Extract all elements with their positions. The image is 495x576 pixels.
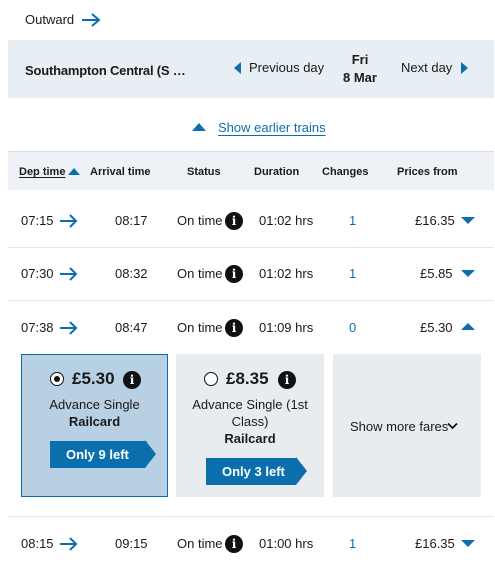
changes-link[interactable]: 1 — [349, 213, 356, 228]
chevron-up-icon[interactable] — [192, 122, 206, 132]
show-more-fares-card[interactable]: Show more fares — [333, 354, 481, 497]
status-text: On time — [177, 266, 223, 281]
price-from: £5.85 — [420, 266, 453, 281]
current-day-date: 8 Mar — [343, 70, 377, 85]
info-icon[interactable]: i — [278, 371, 296, 389]
row-divider — [8, 300, 494, 301]
arrow-right-icon — [59, 537, 78, 551]
fare-type: Advance Single — [49, 397, 140, 412]
arrow-right-icon — [59, 214, 78, 228]
prices-header: Prices from — [397, 166, 458, 178]
arrival-time: 08:32 — [115, 266, 148, 281]
arrival-time-header: Arrival time — [90, 166, 151, 178]
railcard-label: Railcard — [224, 431, 276, 446]
arrow-right-icon — [59, 321, 78, 335]
badge-arrow — [296, 457, 307, 485]
arrow-right-icon — [81, 12, 101, 28]
changes-header: Changes — [322, 166, 369, 178]
row-divider — [8, 516, 494, 517]
status-text: On time — [177, 213, 223, 228]
arrival-time: 09:15 — [115, 536, 148, 551]
dep-time: 08:15 — [21, 536, 54, 551]
chevron-down-icon[interactable] — [447, 422, 458, 430]
fare-radio[interactable] — [204, 372, 218, 386]
info-icon[interactable]: i — [225, 265, 243, 283]
fare-type: Advance Single (1st Class) — [177, 396, 323, 430]
fare-card[interactable]: £8.35 i Advance Single (1st Class) Railc… — [176, 354, 324, 497]
fare-card-selected[interactable]: £5.30 i Advance Single Railcard Only 9 l… — [21, 354, 168, 497]
status-text: On time — [177, 320, 223, 335]
seats-left-badge: Only 3 left — [206, 458, 296, 485]
next-day-button[interactable]: Next day — [401, 60, 452, 75]
arrow-right-icon — [59, 267, 78, 281]
duration: 01:00 hrs — [259, 536, 314, 551]
dep-time: 07:38 — [21, 320, 54, 335]
badge-arrow — [145, 440, 156, 468]
fare-price: £5.30 — [72, 369, 115, 388]
chevron-down-icon[interactable] — [461, 539, 475, 548]
dep-time: 07:30 — [21, 266, 54, 281]
arrival-time: 08:47 — [115, 320, 148, 335]
chevron-left-icon[interactable] — [233, 62, 242, 74]
show-earlier-trains-link[interactable]: Show earlier trains — [218, 120, 326, 135]
current-day: Fri 8 Mar — [336, 51, 384, 87]
chevron-down-icon[interactable] — [461, 269, 475, 278]
show-more-fares-link[interactable]: Show more fares — [350, 419, 448, 434]
changes-link[interactable]: 0 — [349, 320, 356, 335]
fare-type-line2: Class) — [231, 414, 269, 429]
info-icon[interactable]: i — [225, 212, 243, 230]
chevron-right-icon[interactable] — [460, 62, 469, 74]
duration-header: Duration — [254, 166, 300, 178]
railcard-label: Railcard — [68, 414, 121, 429]
sort-up-icon[interactable] — [68, 167, 80, 175]
price-from: £5.30 — [420, 320, 453, 335]
info-icon[interactable]: i — [225, 535, 243, 553]
seats-left-badge: Only 9 left — [50, 441, 145, 468]
fare-price: £8.35 — [226, 369, 269, 388]
fare-type-line1: Advance Single (1st — [192, 397, 308, 412]
previous-day-button[interactable]: Previous day — [249, 60, 324, 75]
info-icon[interactable]: i — [123, 371, 141, 389]
status-text: On time — [177, 536, 223, 551]
current-day-name: Fri — [351, 52, 369, 67]
duration: 01:09 hrs — [259, 320, 314, 335]
price-from: £16.35 — [415, 536, 455, 551]
info-icon[interactable]: i — [225, 319, 243, 337]
duration: 01:02 hrs — [259, 266, 314, 281]
dep-time: 07:15 — [21, 213, 54, 228]
fare-radio-selected[interactable] — [50, 372, 64, 386]
chevron-down-icon[interactable] — [461, 216, 475, 225]
changes-link[interactable]: 1 — [349, 536, 356, 551]
price-from: £16.35 — [415, 213, 455, 228]
duration: 01:02 hrs — [259, 213, 314, 228]
dep-time-header[interactable]: Dep time — [19, 166, 65, 178]
changes-link[interactable]: 1 — [349, 266, 356, 281]
arrival-time: 08:17 — [115, 213, 148, 228]
origin-station: Southampton Central (S … — [25, 63, 186, 78]
row-divider — [8, 247, 494, 248]
chevron-up-icon[interactable] — [461, 322, 475, 331]
outward-label: Outward — [25, 12, 75, 27]
status-header: Status — [187, 166, 221, 178]
